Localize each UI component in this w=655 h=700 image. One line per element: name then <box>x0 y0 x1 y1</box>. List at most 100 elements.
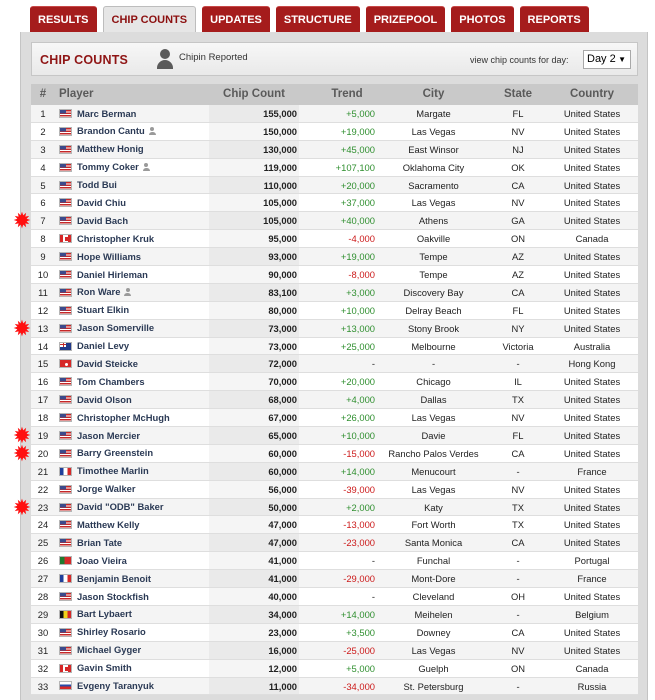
player-name-link[interactable]: David Chiu <box>77 194 126 211</box>
player-name-link[interactable]: Jason Stockfish <box>77 588 149 605</box>
tab-chip-counts[interactable]: CHIP COUNTS <box>102 6 197 33</box>
table-row[interactable]: 3 Matthew Honig 130,000 +45,000 East Winsor N… <box>31 140 638 159</box>
player-name-link[interactable]: Brandon Cantu <box>77 123 145 140</box>
day-select-value: Day 2 <box>587 53 616 65</box>
player-name-link[interactable]: Tommy Coker <box>77 159 139 176</box>
column-header-chip-count[interactable]: Chip Count <box>209 84 299 105</box>
player-name-link[interactable]: Christopher Kruk <box>77 230 154 247</box>
player-name-link[interactable]: David Olson <box>77 391 132 408</box>
table-row[interactable]: 15 David Steicke 72,000- - - Hong Kong <box>31 355 638 374</box>
city-cell: Las Vegas <box>411 483 456 495</box>
state-cell: - <box>516 680 520 692</box>
table-row[interactable]: 1 Marc Berman 155,000 +5,000 Margate FL United… <box>31 105 638 123</box>
player-name-link[interactable]: Marc Berman <box>77 105 136 122</box>
table-row[interactable]: 24 Matthew Kelly 47,000 -13,000 Fort Worth TX… <box>31 516 638 535</box>
column-header-country[interactable]: Country <box>546 84 638 105</box>
player-name-link[interactable]: David Steicke <box>77 355 138 372</box>
player-name-link[interactable]: Tom Chambers <box>77 373 145 390</box>
player-name-link[interactable]: Shirley Rosario <box>77 624 146 641</box>
player-name-link[interactable]: David "ODB" Baker <box>77 499 164 516</box>
player-name-link[interactable]: Joao Vieira <box>77 552 127 569</box>
player-name-link[interactable]: Timothee Marlin <box>77 463 149 480</box>
table-row[interactable]: 17 David Olson 68,000 +4,000 Dallas TX United … <box>31 391 638 410</box>
table-row[interactable]: 21 Timothee Marlin 60,000 +14,000 Menucourt -… <box>31 462 638 481</box>
table-row[interactable]: 13 Jason Somerville 73,000 +13,000 Stony Bro… <box>31 319 638 338</box>
player-name-link[interactable]: Matthew Kelly <box>77 516 140 533</box>
player-name-link[interactable]: Stuart Elkin <box>77 302 129 319</box>
player-name-link[interactable]: Jason Somerville <box>77 320 154 337</box>
table-row[interactable]: 23 David "ODB" Baker 50,000 +2,000 Katy TX Uni… <box>31 498 638 517</box>
player-name-link[interactable]: Jason Mercier <box>77 427 140 444</box>
table-row[interactable]: 26 Joao Vieira 41,000- Funchal - Portugal <box>31 552 638 571</box>
table-row[interactable]: 31 Michael Gyger 16,000 -25,000 Las Vegas NV U… <box>31 641 638 660</box>
tab-updates[interactable]: UPDATES <box>202 6 270 32</box>
player-name-link[interactable]: David Bach <box>77 212 128 229</box>
tab-prizepool[interactable]: PRIZEPOOL <box>365 6 446 32</box>
table-row[interactable]: 18 Christopher McHugh 67,000 +26,000 Las Veg… <box>31 409 638 428</box>
city-cell: Oklahoma City <box>402 161 465 173</box>
column-header-trend[interactable]: Trend <box>299 84 377 105</box>
player-name-link[interactable]: Ron Ware <box>77 284 120 301</box>
table-row[interactable]: 19 Jason Mercier 65,000 +10,000 Davie FL Unite… <box>31 427 638 445</box>
table-row[interactable]: 25 Brian Tate 47,000 -23,000 Santa Monica CA U… <box>31 534 638 553</box>
trend-cell: -34,000 <box>343 680 375 692</box>
player-name-link[interactable]: Todd Bui <box>77 177 117 194</box>
tab-photos[interactable]: PHOTOS <box>451 6 514 32</box>
table-row[interactable]: 8 Christopher Kruk 95,000 -4,000 Oakville ON C… <box>31 230 638 249</box>
city-cell: Las Vegas <box>411 412 456 424</box>
player-name-link[interactable]: Matthew Honig <box>77 141 144 158</box>
player-name-link[interactable]: Daniel Levy <box>77 338 129 355</box>
city-cell: Davie <box>421 430 446 442</box>
country-cell: United States <box>563 108 621 119</box>
table-row[interactable]: 32 Gavin Smith 12,000 +5,000 Guelph ON Canada <box>31 659 638 678</box>
table-row[interactable]: 27 Benjamin Benoit 41,000 -29,000 Mont-Dore -… <box>31 570 638 589</box>
player-name-link[interactable]: Benjamin Benoit <box>77 570 151 587</box>
table-row[interactable]: 2 Brandon Cantu 150,000 +19,000 Las Vegas NV U… <box>31 122 638 141</box>
country-cell: United States <box>563 125 621 137</box>
player-name-link[interactable]: Brian Tate <box>77 534 122 551</box>
player-cell: Stuart Elkin <box>55 302 209 319</box>
table-row[interactable]: 29 Bart Lybaert 34,000 +14,000 Meihelen - Belg… <box>31 605 638 624</box>
flag-icon <box>59 359 72 369</box>
table-row[interactable]: 30 Shirley Rosario 23,000 +3,500 Downey CA Uni… <box>31 623 638 642</box>
column-header-player[interactable]: Player <box>55 84 209 105</box>
player-name-link[interactable]: Evgeny Taranyuk <box>77 678 154 695</box>
table-row[interactable]: 6 David Chiu 105,000 +37,000 Las Vegas NV Unit… <box>31 194 638 213</box>
table-row[interactable]: 16 Tom Chambers 70,000 +20,000 Chicago IL Unit… <box>31 373 638 392</box>
flag-icon <box>59 430 72 440</box>
player-name-link[interactable]: Hope Williams <box>77 248 141 265</box>
tab-structure[interactable]: STRUCTURE <box>275 6 360 32</box>
table-row[interactable]: 5 Todd Bui 110,000 +20,000 Sacramento CA Unite… <box>31 176 638 195</box>
column-header-city[interactable]: City <box>377 84 490 105</box>
table-row[interactable]: 9 Hope Williams 93,000 +19,000 Tempe AZ United… <box>31 248 638 267</box>
table-row[interactable]: 20 Barry Greenstein 60,000 -15,000 Rancho Pa… <box>31 444 638 463</box>
table-row[interactable]: 7 David Bach 105,000 +40,000 Athens GA United … <box>31 212 638 231</box>
day-select[interactable]: Day 2 ▼ <box>583 50 631 69</box>
player-name-link[interactable]: Barry Greenstein <box>77 445 153 462</box>
column-header-state[interactable]: State <box>490 84 546 105</box>
state-cell: FL <box>512 430 524 442</box>
table-row[interactable]: 22 Jorge Walker 56,000 -39,000 Las Vegas NV Un… <box>31 480 638 499</box>
star-icon: ✹ <box>12 440 32 466</box>
trend-cell: +10,000 <box>340 430 375 442</box>
table-row[interactable]: 28 Jason Stockfish 40,000- Cleveland OH Unite… <box>31 588 638 606</box>
table-row[interactable]: 33 Evgeny Taranyuk 11,000 -34,000 St. Peters… <box>31 677 638 696</box>
chip-count-cell: 40,000 <box>209 588 299 605</box>
trend-cell: -13,000 <box>343 519 375 531</box>
tab-reports[interactable]: REPORTS <box>519 6 589 32</box>
table-row[interactable]: 4 Tommy Coker 119,000 +107,100 Oklahoma City… <box>31 158 638 177</box>
table-row[interactable]: 10 Daniel Hirleman 90,000 -8,000 Tempe AZ Unit… <box>31 266 638 284</box>
player-name-link[interactable]: Christopher McHugh <box>77 409 170 426</box>
player-name-link[interactable]: Jorge Walker <box>77 481 136 498</box>
person-icon <box>157 49 173 71</box>
table-row[interactable]: 11 Ron Ware 83,100 +3,000 Discovery Bay CA Uni… <box>31 283 638 302</box>
player-name-link[interactable]: Gavin Smith <box>77 660 132 677</box>
player-name-link[interactable]: Michael Gyger <box>77 642 141 659</box>
country-cell: United States <box>563 376 621 388</box>
table-row[interactable]: 14 Daniel Levy 73,000 +25,000 Melbourne Victo… <box>31 337 638 356</box>
tab-results[interactable]: RESULTS <box>30 6 97 32</box>
player-name-link[interactable]: Daniel Hirleman <box>77 266 148 283</box>
player-name-link[interactable]: Bart Lybaert <box>77 606 132 623</box>
table-row[interactable]: 12 Stuart Elkin 80,000 +10,000 Delray Beach F… <box>31 301 638 320</box>
country-cell: France <box>577 573 607 585</box>
